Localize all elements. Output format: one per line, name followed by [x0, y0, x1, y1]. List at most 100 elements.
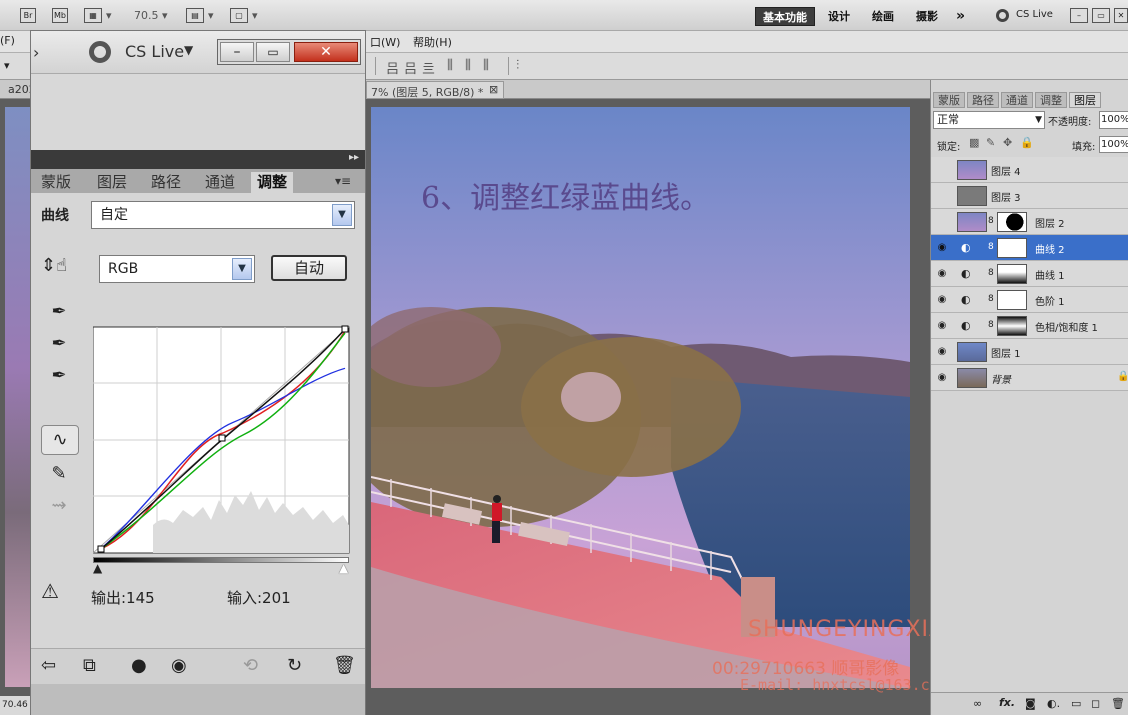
new-layer-icon[interactable]: ◻: [1091, 697, 1100, 710]
tab-channels[interactable]: 通道: [199, 172, 241, 193]
curves-graph[interactable]: [93, 325, 353, 565]
layer-row[interactable]: ◉ ◐ 8 色相/饱和度 1: [931, 313, 1128, 339]
lock-brush-icon[interactable]: ✎: [986, 136, 995, 149]
view-previous-icon[interactable]: ⟲: [243, 655, 258, 676]
workspace-painting[interactable]: 绘画: [872, 7, 894, 26]
align-top-icon[interactable]: 吕: [386, 58, 399, 77]
view-extras-icon[interactable]: ▦: [84, 8, 102, 23]
visibility-eye-icon[interactable]: ◉: [935, 319, 949, 333]
visibility-toggle[interactable]: [935, 163, 949, 177]
layer-row[interactable]: 8 图层 2: [931, 209, 1128, 235]
menu-help[interactable]: 帮助(H): [413, 34, 452, 50]
expand-view-icon[interactable]: ⧉: [83, 655, 96, 676]
eyedropper-white-icon[interactable]: ✒: [45, 363, 73, 389]
white-point-slider[interactable]: ▲: [339, 561, 348, 575]
trash-icon[interactable]: 🗑: [333, 655, 356, 676]
align-center-icon[interactable]: ⫼: [465, 58, 471, 73]
cs-live-dropdown-icon[interactable]: ▼: [184, 43, 193, 57]
menu-window[interactable]: 口(W): [370, 34, 400, 50]
visibility-eye-icon[interactable]: ◉: [171, 655, 187, 676]
tab-masks[interactable]: 蒙版: [35, 172, 77, 193]
screen-mode-icon[interactable]: ▢: [230, 8, 248, 23]
cs-live-label[interactable]: CS Live: [125, 42, 184, 61]
cs-live-label[interactable]: CS Live: [1016, 9, 1053, 20]
curve-point-tool-icon[interactable]: ∿: [41, 425, 79, 455]
zoom-level[interactable]: 70.5: [134, 9, 159, 22]
dropdown-arrow-icon[interactable]: ▾: [106, 9, 112, 22]
tab-paths[interactable]: 路径: [145, 172, 187, 193]
zoom-dropdown-icon[interactable]: ▾: [162, 9, 168, 22]
close-button[interactable]: ✕: [1114, 8, 1128, 23]
collapse-icon[interactable]: ▸▸: [349, 152, 359, 163]
trash-icon[interactable]: 🗑: [1111, 697, 1125, 710]
document-image[interactable]: 6、调整红绿蓝曲线。: [371, 107, 910, 688]
layer-row[interactable]: ◉ 背景 🔒: [931, 365, 1128, 391]
eyedropper-gray-icon[interactable]: ✒: [45, 331, 73, 357]
panel-menu-icon[interactable]: ▾≡: [335, 174, 351, 188]
folder-icon[interactable]: ▭: [1071, 697, 1081, 710]
blend-mode-dropdown[interactable]: 正常 ▼: [933, 111, 1045, 129]
chain-link-icon[interactable]: 8: [988, 242, 994, 252]
layer-row[interactable]: ◉ ◐ 8 曲线 1: [931, 261, 1128, 287]
visibility-toggle[interactable]: [935, 189, 949, 203]
align-bottom-icon[interactable]: 亖: [422, 58, 435, 77]
workspace-photography[interactable]: 摄影: [916, 7, 938, 26]
visibility-eye-icon[interactable]: ◉: [935, 267, 949, 281]
visibility-toggle[interactable]: [935, 215, 949, 229]
workspace-essentials[interactable]: 基本功能: [755, 7, 815, 26]
minimize-button[interactable]: –: [1070, 8, 1088, 23]
chain-link-icon[interactable]: 8: [988, 320, 994, 330]
lock-transparent-icon[interactable]: ▩: [969, 136, 979, 149]
tab-paths[interactable]: 路径: [967, 92, 999, 108]
layer-row[interactable]: ◉ ◐ 8 色阶 1: [931, 287, 1128, 313]
lock-all-icon[interactable]: 🔒: [1020, 136, 1034, 149]
layer-row[interactable]: ◉ 图层 1: [931, 339, 1128, 365]
chain-link-icon[interactable]: 8: [988, 268, 994, 278]
align-middle-icon[interactable]: 吕: [404, 58, 417, 77]
visibility-eye-icon[interactable]: ◉: [935, 371, 949, 385]
back-arrow-icon[interactable]: ⇦: [41, 655, 56, 676]
menu-file[interactable]: (F): [0, 34, 15, 47]
maximize-button[interactable]: ▭: [256, 42, 290, 62]
clip-to-layer-icon[interactable]: ●: [131, 655, 147, 676]
minimize-button[interactable]: –: [220, 42, 254, 62]
restore-button[interactable]: ▭: [1092, 8, 1110, 23]
arrange-dropdown-icon[interactable]: ▾: [208, 9, 214, 22]
tool-preset-arrow-icon[interactable]: ▾: [4, 59, 10, 72]
close-tab-icon[interactable]: ⊠: [489, 83, 498, 96]
arrange-documents-icon[interactable]: ▤: [186, 8, 204, 23]
panel-collapse-bar[interactable]: ▸▸: [31, 150, 365, 169]
tab-layers[interactable]: 图层: [1069, 92, 1101, 108]
tab-masks[interactable]: 蒙版: [933, 92, 965, 108]
window-title-bar[interactable]: › CS Live ▼ – ▭ ✕: [31, 31, 365, 73]
preset-dropdown[interactable]: 自定 ▼: [91, 201, 355, 229]
close-window-button[interactable]: ✕: [294, 42, 358, 62]
on-image-adjust-icon[interactable]: ⇕☝: [41, 255, 67, 276]
pencil-tool-icon[interactable]: ✎: [45, 461, 73, 487]
layer-row-selected[interactable]: ◉ ◐ 8 曲线 2: [931, 235, 1128, 261]
visibility-eye-icon[interactable]: ◉: [935, 241, 949, 255]
smooth-curve-icon[interactable]: ⇝: [45, 493, 73, 519]
fx-icon[interactable]: fx.: [999, 696, 1015, 709]
tab-channels[interactable]: 通道: [1001, 92, 1033, 108]
auto-align-icon[interactable]: ⫶: [516, 58, 519, 73]
chain-link-icon[interactable]: 8: [988, 216, 994, 226]
eyedropper-black-icon[interactable]: ✒: [45, 299, 73, 325]
clipping-warning-icon[interactable]: ⚠: [41, 579, 59, 603]
layer-row[interactable]: 图层 4: [931, 157, 1128, 183]
tab-adjustments[interactable]: 调整: [251, 172, 294, 193]
bridge-icon[interactable]: Br: [20, 8, 36, 23]
tab-adjustments[interactable]: 调整: [1035, 92, 1067, 108]
chain-link-icon[interactable]: 8: [988, 294, 994, 304]
document-tab-active[interactable]: 7% (图层 5, RGB/8) * ⊠: [366, 81, 504, 99]
mask-icon[interactable]: ◙: [1025, 697, 1036, 710]
adjustment-icon[interactable]: ◐.: [1047, 697, 1060, 710]
link-icon[interactable]: ∞: [973, 697, 982, 710]
visibility-eye-icon[interactable]: ◉: [935, 293, 949, 307]
visibility-eye-icon[interactable]: ◉: [935, 345, 949, 359]
screen-mode-dropdown-icon[interactable]: ▾: [252, 9, 258, 22]
auto-button[interactable]: 自动: [271, 255, 347, 281]
more-workspaces-icon[interactable]: »: [956, 7, 965, 26]
opacity-field[interactable]: 100%: [1099, 111, 1128, 129]
lock-move-icon[interactable]: ✥: [1003, 136, 1012, 149]
